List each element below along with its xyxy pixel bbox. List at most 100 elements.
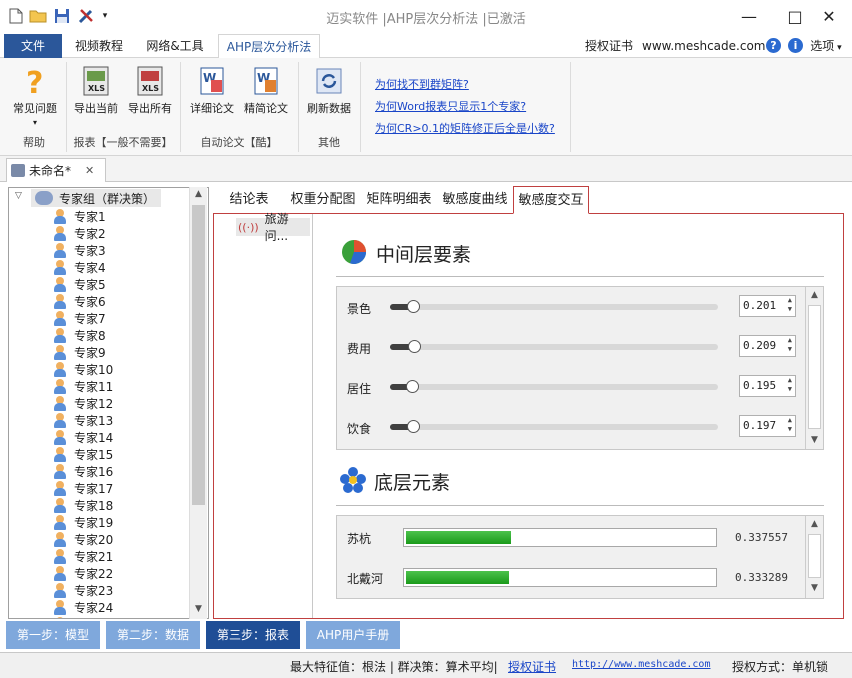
faq-button[interactable]: ? 常见问题 ▾ [8, 66, 62, 127]
person-icon [53, 328, 67, 343]
pie-chart-icon [340, 238, 368, 269]
slider-handle[interactable] [407, 420, 420, 433]
tree-item-label: 专家5 [74, 278, 106, 292]
tree-item-expert[interactable]: 专家9 [53, 344, 106, 361]
scroll-down-icon[interactable]: ▼ [806, 435, 823, 445]
tree-item-expert[interactable]: 专家11 [53, 378, 113, 395]
middle-scrollbar[interactable]: ▲ ▼ [805, 287, 823, 449]
faq-link-word-report[interactable]: 为何Word报表只显示1个专家? [375, 98, 526, 114]
options-menu[interactable]: 选项 ▾ [808, 34, 844, 58]
tree-item-expert[interactable]: 专家16 [53, 463, 113, 480]
close-button[interactable]: ✕ [806, 2, 852, 30]
step-model-button[interactable]: 第一步：模型 [6, 621, 100, 649]
tree-item-label: 专家10 [74, 363, 114, 377]
goal-list-item[interactable]: ((·)) 旅游问... [236, 212, 310, 243]
website-link[interactable]: www.meshcade.com [642, 34, 765, 58]
tab-matrix-detail[interactable]: 矩阵明细表 [362, 186, 436, 214]
group-report-label: 报表【一般不需要】 [73, 136, 173, 149]
step-report-button[interactable]: 第三步：报表 [206, 621, 300, 649]
tree-item-expert[interactable]: 专家25 [53, 616, 113, 618]
export-all-button[interactable]: XLS 导出所有 [124, 66, 176, 116]
bottom-scrollbar[interactable]: ▲ ▼ [805, 516, 823, 598]
status-url-link[interactable]: http://www.meshcade.com [572, 659, 710, 670]
slider-track[interactable] [390, 304, 718, 310]
slider-track[interactable] [390, 344, 718, 350]
tree-item-expert[interactable]: 专家18 [53, 497, 113, 514]
faq-link-group-matrix[interactable]: 为何找不到群矩阵? [375, 76, 469, 92]
minimize-button[interactable]: — [726, 2, 772, 30]
tree-item-expert[interactable]: 专家10 [53, 361, 113, 378]
faq-link-cr-correction[interactable]: 为何CR>0.1的矩阵修正后全是小数? [375, 120, 555, 136]
tree-item-expert[interactable]: 专家4 [53, 259, 106, 276]
slider-handle[interactable] [408, 340, 421, 353]
slider-handle[interactable] [407, 300, 420, 313]
tree-item-expert[interactable]: 专家14 [53, 429, 113, 446]
svg-text:XLS: XLS [142, 84, 159, 93]
weight-spinbox[interactable]: 0.201 ▲ ▼ [739, 295, 796, 317]
license-link[interactable]: 授权证书 [580, 34, 638, 58]
tree-item-expert[interactable]: 专家13 [53, 412, 113, 429]
tree-item-label: 专家1 [74, 210, 106, 224]
scroll-up-icon[interactable]: ▲ [806, 290, 823, 300]
tab-sensitivity-curve[interactable]: 敏感度曲线 [438, 186, 512, 214]
weight-spinbox[interactable]: 0.197 ▲ ▼ [739, 415, 796, 437]
info-icon[interactable]: i [788, 38, 803, 53]
status-license-link[interactable]: 授权证书 [508, 658, 556, 675]
slider-handle[interactable] [406, 380, 419, 393]
collapse-icon[interactable]: ▽ [15, 191, 22, 201]
scroll-up-icon[interactable]: ▲ [806, 519, 823, 529]
group-help-label: 帮助 [23, 136, 45, 149]
tab-network-tools[interactable]: 网络&工具 [138, 34, 212, 58]
spinner-arrows-icon[interactable]: ▲ ▼ [788, 296, 792, 314]
scroll-thumb[interactable] [192, 205, 205, 505]
scroll-down-icon[interactable]: ▼ [806, 583, 823, 593]
tree-item-expert[interactable]: 专家20 [53, 531, 113, 548]
scroll-down-icon[interactable]: ▼ [190, 604, 207, 614]
weight-spinbox[interactable]: 0.209 ▲ ▼ [739, 335, 796, 357]
tree-item-expert[interactable]: 专家15 [53, 446, 113, 463]
slider-track[interactable] [390, 384, 718, 390]
tree-item-label: 专家13 [74, 414, 114, 428]
tree-item-expert[interactable]: 专家2 [53, 225, 106, 242]
tree-item-expert[interactable]: 专家7 [53, 310, 106, 327]
tree-item-expert[interactable]: 专家22 [53, 565, 113, 582]
spinner-arrows-icon[interactable]: ▲ ▼ [788, 376, 792, 394]
tree-item-expert[interactable]: 专家3 [53, 242, 106, 259]
scroll-thumb[interactable] [808, 305, 821, 429]
tab-file[interactable]: 文件 [4, 34, 62, 58]
refresh-data-button[interactable]: 刷新数据 [302, 66, 356, 116]
tree-item-expert[interactable]: 专家12 [53, 395, 113, 412]
brief-paper-button[interactable]: W 精简论文 [240, 66, 292, 116]
tab-sensitivity-interactive[interactable]: 敏感度交互 [513, 186, 589, 214]
tree-item-expert[interactable]: 专家21 [53, 548, 113, 565]
step-data-button[interactable]: 第二步：数据 [106, 621, 200, 649]
spinner-arrows-icon[interactable]: ▲ ▼ [788, 416, 792, 434]
weight-value: 0.201 [743, 299, 777, 312]
tree-item-expert[interactable]: 专家1 [53, 208, 106, 225]
tree-root[interactable]: 专家组（群决策） [31, 189, 162, 207]
close-icon[interactable]: ✕ [85, 164, 94, 177]
tree-item-expert[interactable]: 专家5 [53, 276, 106, 293]
tree-item-expert[interactable]: 专家6 [53, 293, 106, 310]
person-icon [53, 464, 67, 479]
scroll-thumb[interactable] [808, 534, 821, 578]
tree-item-expert[interactable]: 专家8 [53, 327, 106, 344]
slider-track[interactable] [390, 424, 718, 430]
person-icon [53, 430, 67, 445]
detailed-paper-button[interactable]: W 详细论文 [186, 66, 238, 116]
tree-item-expert[interactable]: 专家23 [53, 582, 113, 599]
user-manual-button[interactable]: AHP用户手册 [306, 621, 400, 649]
weight-spinbox[interactable]: 0.195 ▲ ▼ [739, 375, 796, 397]
options-label: 选项 [810, 39, 835, 53]
tree-scrollbar[interactable]: ▲ ▼ [189, 187, 207, 619]
document-tab[interactable]: 未命名* ✕ [6, 158, 106, 182]
tree-item-expert[interactable]: 专家24 [53, 599, 113, 616]
tab-video-tutorials[interactable]: 视频教程 [66, 34, 132, 58]
tab-ahp[interactable]: AHP层次分析法 [218, 34, 320, 59]
tree-item-expert[interactable]: 专家19 [53, 514, 113, 531]
tree-item-expert[interactable]: 专家17 [53, 480, 113, 497]
spinner-arrows-icon[interactable]: ▲ ▼ [788, 336, 792, 354]
help-icon[interactable]: ? [766, 38, 781, 53]
export-current-button[interactable]: XLS 导出当前 [70, 66, 122, 116]
scroll-up-icon[interactable]: ▲ [190, 189, 207, 199]
